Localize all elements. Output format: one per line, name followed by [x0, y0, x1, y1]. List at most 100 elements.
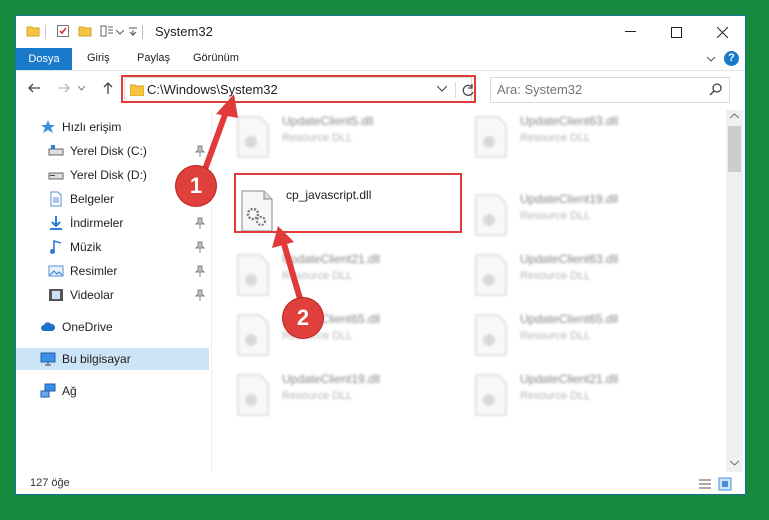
dll-file-icon — [237, 374, 269, 416]
drive-icon — [48, 172, 64, 180]
maximize-button[interactable] — [653, 16, 699, 48]
forward-icon[interactable] — [56, 80, 72, 96]
sidebar-item-disk-c[interactable]: Yerel Disk (C:) — [16, 140, 209, 162]
list-item[interactable]: UpdateClient21.dll Resource DLL — [236, 250, 466, 306]
computer-icon — [40, 352, 56, 366]
file-type: Resource DLL — [282, 270, 353, 282]
back-icon[interactable] — [26, 80, 42, 96]
title-separator — [142, 25, 143, 39]
sidebar-item-label: Yerel Disk (D:) — [70, 168, 147, 182]
pane-divider[interactable] — [211, 110, 212, 472]
sidebar-item-label: OneDrive — [62, 320, 113, 334]
sidebar-item-label: Müzik — [70, 240, 102, 254]
sidebar-item-videos[interactable]: Videolar — [16, 284, 209, 306]
list-item[interactable]: UpdateClient19.dll Resource DLL — [236, 370, 466, 426]
sidebar-item-label: Resimler — [70, 264, 118, 278]
star-icon — [41, 120, 55, 133]
properties-icon[interactable] — [56, 24, 70, 38]
dll-file-icon — [237, 254, 269, 296]
sidebar-item-network[interactable]: Ağ — [16, 380, 209, 402]
details-view-icon[interactable] — [698, 477, 712, 491]
tab-gorunum[interactable]: Görünüm — [193, 52, 239, 64]
search-icon[interactable] — [709, 83, 722, 96]
file-name: UpdateClient63.dll — [520, 114, 619, 128]
recent-locations-icon[interactable] — [78, 86, 85, 91]
sidebar-item-quick-access[interactable]: Hızlı erişim — [16, 116, 209, 138]
tab-dosya[interactable]: Dosya — [16, 48, 72, 70]
file-name: UpdateClient21.dll — [282, 252, 381, 266]
maximize-icon — [670, 26, 682, 38]
dll-file-icon — [475, 116, 507, 158]
pin-icon — [195, 145, 205, 157]
step-2-badge: 2 — [283, 298, 323, 338]
dll-file-icon — [475, 254, 507, 296]
pin-icon — [195, 217, 205, 229]
dll-file-icon — [475, 314, 507, 356]
close-button[interactable] — [699, 16, 745, 48]
pin-icon — [195, 289, 205, 301]
tab-paylas[interactable]: Paylaş — [137, 52, 170, 64]
ribbon-tabs: Dosya Giriş Paylaş Görünüm ? — [16, 48, 745, 71]
documents-icon — [50, 191, 62, 207]
search-input[interactable] — [497, 81, 697, 97]
dll-file-icon — [237, 116, 269, 158]
sidebar-item-onedrive[interactable]: OneDrive — [16, 316, 209, 338]
file-view: UpdateClient5.dll Resource DLL cp_javasc… — [214, 110, 724, 472]
sidebar-item-label: Bu bilgisayar — [62, 352, 131, 366]
sidebar-item-label: İndirmeler — [70, 216, 124, 230]
file-type: Resource DLL — [520, 330, 591, 342]
pictures-icon — [48, 265, 64, 277]
pin-icon — [195, 241, 205, 253]
dll-file-icon — [475, 374, 507, 416]
list-item[interactable]: UpdateClient63.dll Resource DLL — [474, 112, 704, 168]
sidebar-item-pictures[interactable]: Resimler — [16, 260, 209, 282]
sidebar-item-music[interactable]: Müzik — [16, 236, 209, 258]
sidebar-item-label: Hızlı erişim — [62, 120, 122, 134]
dll-file-icon — [475, 194, 507, 236]
sidebar-item-downloads[interactable]: İndirmeler — [16, 212, 209, 234]
folder-icon — [26, 26, 40, 37]
vertical-scrollbar[interactable] — [726, 110, 743, 472]
title-bar: System32 — [16, 16, 745, 48]
search-box[interactable] — [490, 77, 730, 103]
music-icon — [50, 239, 62, 254]
help-icon[interactable]: ? — [724, 51, 739, 66]
downloads-icon — [50, 216, 62, 230]
large-icons-view-icon[interactable] — [718, 477, 732, 491]
scroll-up-icon[interactable] — [730, 113, 739, 119]
list-item[interactable]: UpdateClient65.dll Resource DLL — [236, 310, 466, 366]
drive-icon — [48, 145, 64, 156]
new-folder-icon[interactable] — [78, 24, 92, 38]
up-icon[interactable] — [100, 80, 116, 96]
file-highlight — [234, 173, 462, 233]
item-count: 127 öğe — [30, 477, 70, 489]
window-title: System32 — [155, 24, 213, 39]
sidebar-item-label: Belgeler — [70, 192, 115, 206]
list-item[interactable]: UpdateClient21.dll Resource DLL — [474, 370, 704, 426]
file-type: Resource DLL — [520, 270, 591, 282]
customize-toolbar-icon[interactable] — [100, 24, 114, 38]
minimize-button[interactable] — [607, 16, 653, 48]
network-icon — [40, 383, 56, 398]
expand-ribbon-icon[interactable] — [704, 52, 718, 66]
file-name: UpdateClient19.dll — [520, 192, 619, 206]
pin-toolbar-icon[interactable] — [129, 27, 137, 36]
tab-giris[interactable]: Giriş — [87, 52, 110, 64]
scrollbar-thumb[interactable] — [728, 126, 741, 172]
sidebar-item-label: Yerel Disk (C:) — [70, 144, 147, 158]
sidebar-item-this-pc[interactable]: Bu bilgisayar — [16, 348, 209, 370]
list-item[interactable]: UpdateClient19.dll Resource DLL — [474, 190, 704, 246]
file-type: Resource DLL — [282, 132, 353, 144]
videos-icon — [49, 289, 63, 301]
address-bar-highlight — [121, 75, 476, 103]
file-type: Resource DLL — [520, 210, 591, 222]
chevron-down-icon[interactable] — [116, 30, 124, 35]
dll-file-icon — [237, 314, 269, 356]
file-type: Resource DLL — [520, 390, 591, 402]
list-item[interactable]: UpdateClient63.dll Resource DLL — [474, 250, 704, 306]
file-type: Resource DLL — [520, 132, 591, 144]
list-item[interactable]: UpdateClient5.dll Resource DLL — [236, 112, 466, 168]
list-item[interactable]: UpdateClient65.dll Resource DLL — [474, 310, 704, 366]
scroll-down-icon[interactable] — [730, 460, 739, 466]
file-name: UpdateClient63.dll — [520, 252, 619, 266]
